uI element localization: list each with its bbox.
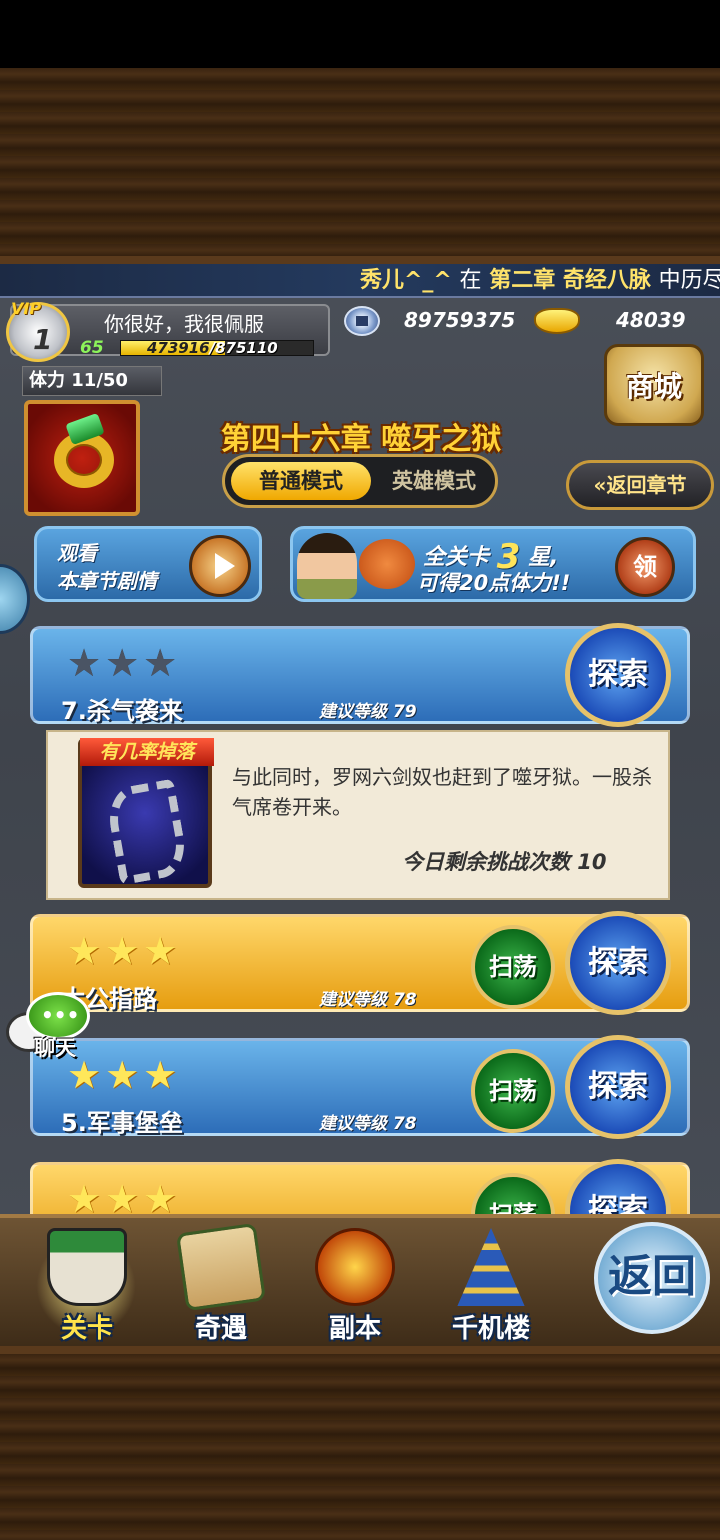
exp-max: 875110 (215, 339, 278, 357)
vip-badge[interactable]: VIP 1 (6, 299, 70, 362)
explore-button[interactable]: 探索 (565, 911, 671, 1015)
level-description: 与此同时，罗网六剑奴也赶到了噬牙狱。一股杀气席卷开来。 (232, 765, 652, 819)
back-to-chapters-button[interactable]: «返回章节 (566, 460, 714, 510)
nav-item-stages[interactable]: 关卡 (32, 1228, 142, 1346)
game-screen: 秀儿^_^ 在 第二章 奇经八脉 中历尽 VIP 1 你很好，我很佩服 65 4… (0, 264, 720, 1214)
level-stars: ★★★ (67, 929, 182, 973)
rec-level: 78 (392, 1114, 417, 1134)
marquee-chapter: 第二章 奇经八脉 (489, 268, 651, 293)
hero-mode-tab[interactable]: 英雄模式 (375, 462, 493, 500)
level-recommended: 建议等级 78 (319, 1109, 417, 1134)
shop-button[interactable]: 商城 (604, 344, 704, 426)
watch-label-line2: 本章节剧情 (57, 569, 157, 593)
marquee-player-name: 秀儿^_^ (360, 268, 452, 293)
wood-frame-bottom (0, 1346, 720, 1540)
sweep-button[interactable]: 扫荡 (471, 925, 555, 1009)
level-recommended: 建议等级 78 (319, 985, 417, 1010)
pagoda-icon (457, 1228, 525, 1306)
rec-level: 79 (392, 702, 417, 722)
player-greeting: 你很好，我很佩服 (104, 312, 264, 336)
nav-label-adventure: 奇遇 (194, 1314, 247, 1344)
chain-whip-icon (104, 778, 190, 886)
level-card-6[interactable]: ★★★ 太公指路 建议等级 78 扫荡 探索 (30, 911, 690, 1015)
nav-label-dungeon: 副本 (328, 1314, 381, 1344)
coin-amount: 89759375 (404, 308, 516, 332)
watch-story-button[interactable]: 观看 本章节剧情 (34, 526, 262, 602)
level-card-7[interactable]: ★★★ 7.杀气袭来 建议等级 79 探索 (30, 623, 690, 727)
marquee-word: 在 (459, 268, 482, 293)
rec-label: 建议等级 (319, 1114, 387, 1134)
chat-label: 聊天 (34, 1036, 76, 1060)
level-name: 5.军事堡垒 (61, 1109, 183, 1137)
chapter-ring-icon (24, 400, 140, 516)
player-level: 65 (80, 338, 104, 358)
nav-item-adventure[interactable]: 奇遇 (166, 1222, 276, 1346)
city-gate-icon (47, 1228, 127, 1306)
roast-chicken-icon (359, 539, 415, 589)
level-card-5[interactable]: ★★★ 5.军事堡垒 建议等级 78 扫荡 探索 (30, 1035, 690, 1139)
level-name: 7.杀气袭来 (61, 697, 183, 725)
chat-button[interactable]: 聊天 (6, 992, 90, 1064)
drop-chance-label: 有几率掉落 (80, 738, 214, 766)
nav-label-stages: 关卡 (60, 1314, 113, 1344)
chapter-title: 第四十六章 噬牙之狱 (220, 422, 502, 457)
drop-item-frame[interactable]: 有几率掉落 (78, 738, 214, 888)
demon-mask-icon (315, 1228, 395, 1306)
nav-item-dungeon[interactable]: 副本 (300, 1228, 410, 1346)
watch-label-line1: 观看 (57, 541, 97, 565)
nav-item-tower[interactable]: 千机楼 (436, 1228, 546, 1346)
explore-button[interactable]: 探索 (565, 1159, 671, 1214)
level-recommended: 建议等级 79 (319, 697, 417, 722)
level-card-4[interactable]: ★★★ 扫荡 探索 (30, 1159, 690, 1214)
rec-level: 78 (392, 990, 417, 1010)
rec-label: 建议等级 (319, 990, 387, 1010)
marquee-trailing: 中历尽 (658, 268, 720, 293)
play-icon (189, 535, 251, 597)
scroll-map-icon (175, 1222, 267, 1312)
nav-label-tower: 千机楼 (451, 1314, 530, 1344)
sweep-button[interactable]: 扫荡 (471, 1173, 555, 1214)
gold-ingot-icon (534, 308, 580, 334)
normal-mode-tab[interactable]: 普通模式 (231, 462, 371, 500)
gold-amount: 48039 (616, 308, 686, 332)
vip-level: 1 (33, 323, 53, 356)
reward-line2: 可得20点体力!! (417, 571, 571, 595)
level-stars: ★★★ (67, 641, 182, 685)
stamina-display: 体力 11/50 (22, 366, 162, 396)
level-detail-panel: 有几率掉落 与此同时，罗网六剑奴也赶到了噬牙狱。一股杀气席卷开来。 今日剩余挑战… (46, 730, 670, 900)
wood-frame-top (0, 68, 720, 264)
exp-text: 473916/875110 (147, 339, 278, 357)
claim-reward-button[interactable]: 领 (615, 537, 675, 597)
copper-coin-icon (344, 306, 380, 336)
side-drawer-tab[interactable] (0, 564, 30, 634)
remaining-attempts: 今日剩余挑战次数 10 (402, 850, 607, 874)
sweep-button[interactable]: 扫荡 (471, 1049, 555, 1133)
mode-toggle: 普通模式 英雄模式 (222, 454, 498, 508)
vip-tag: VIP (11, 299, 42, 318)
explore-button[interactable]: 探索 (565, 623, 671, 727)
exp-current: 473916 (147, 339, 210, 357)
broadcast-marquee: 秀儿^_^ 在 第二章 奇经八脉 中历尽 (0, 264, 720, 298)
character-portrait (297, 533, 357, 599)
level-stars: ★★★ (67, 1177, 182, 1214)
exp-bar: 473916/875110 (120, 339, 314, 357)
explore-button[interactable]: 探索 (565, 1035, 671, 1139)
star-reward-banner: 全关卡 3 星, 可得20点体力!! 领 (290, 526, 696, 602)
rec-label: 建议等级 (319, 702, 387, 722)
return-button[interactable]: 返回 (594, 1222, 710, 1334)
